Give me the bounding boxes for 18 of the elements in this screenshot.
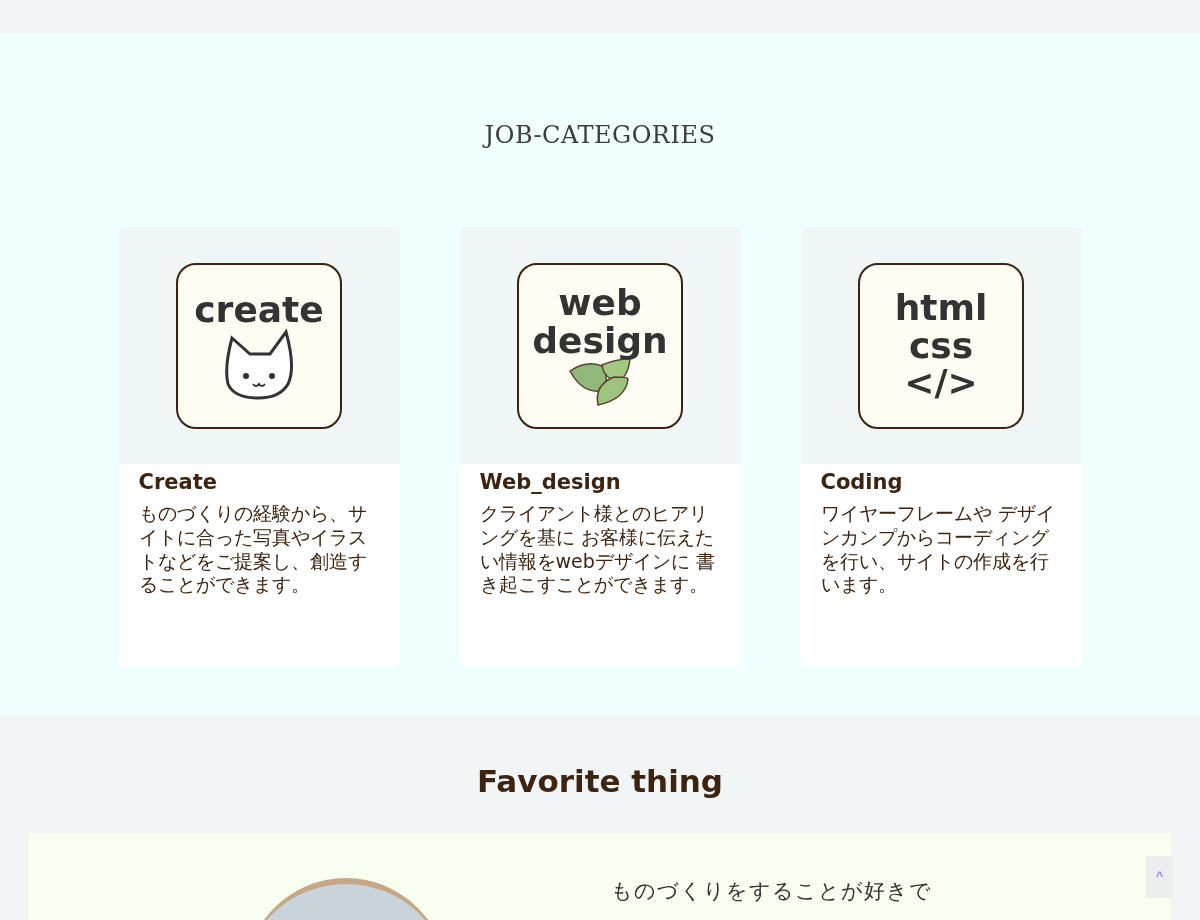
- illustration-text: html: [894, 288, 988, 327]
- card-description: ワイヤーフレームや デザインカンプからコーディングを行い、サイトの作成を行います。: [820, 502, 1056, 597]
- card-title: Coding: [820, 470, 904, 494]
- card-description: ものづくりの経験から、サイトに合った写真やイラストなどをご提案し、創造することができます。: [138, 502, 368, 597]
- favorite-text: ものづくりをすることが好きで: [611, 878, 932, 905]
- cat-icon: [224, 328, 294, 401]
- illustration-text: design: [532, 321, 668, 360]
- illustration-text: web: [558, 283, 642, 322]
- scroll-top-button[interactable]: ^: [1146, 856, 1173, 898]
- section-title: Favorite thing: [476, 763, 724, 799]
- card-title: Web_design: [479, 470, 622, 494]
- illustration-text: create: [194, 290, 324, 329]
- illustration-text: css: [908, 326, 974, 365]
- section-title: JOB-CATEGORIES: [484, 121, 716, 149]
- leaves-icon: [568, 359, 632, 408]
- card-title: Create: [138, 470, 218, 494]
- card-description: クライアント様とのヒアリングを基に お客様に伝えたい情報をwebデザインに 書き起こすことができます。: [479, 502, 716, 597]
- illustration-text: </>: [904, 364, 978, 403]
